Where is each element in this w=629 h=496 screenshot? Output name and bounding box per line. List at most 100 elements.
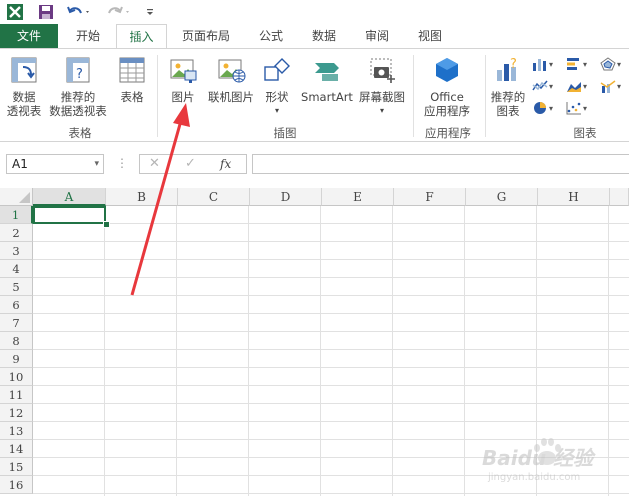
ribbon-insert: 数据 透视表 ? 推荐的 数据透视表 表格 表格 图片 联机图片 形状 ▾ Sm… [0, 48, 629, 142]
selected-cell[interactable] [33, 206, 106, 224]
row-header[interactable]: 10 [0, 368, 33, 386]
line-chart-icon [532, 80, 548, 91]
tab-file[interactable]: 文件 [0, 24, 58, 48]
shapes-dropdown-icon: ▾ [274, 106, 279, 115]
column-header[interactable]: G [466, 188, 538, 206]
recommended-charts-button[interactable]: ? 推荐的 图表 [488, 55, 528, 118]
customize-qat-icon[interactable] [145, 3, 155, 21]
column-chart-icon [533, 59, 546, 71]
insert-function-icon[interactable]: fx [220, 155, 231, 173]
area-chart-icon [567, 82, 581, 92]
row-header[interactable]: 4 [0, 260, 33, 278]
ribbon-tab-row: 文件 开始 插入 页面布局 公式 数据 审阅 视图 [0, 24, 629, 48]
pivot-table-label-2: 透视表 [6, 104, 42, 118]
line-chart-button[interactable]: ▾ [532, 79, 553, 93]
row-header[interactable]: 12 [0, 404, 33, 422]
tab-view[interactable]: 视图 [409, 24, 451, 48]
office-apps-button[interactable]: Office 应用程序 [416, 55, 478, 118]
column-header-partial[interactable] [610, 188, 629, 206]
svg-text:?: ? [510, 57, 517, 72]
pivot-table-icon [4, 55, 44, 88]
bar-chart-button[interactable]: ▾ [566, 57, 587, 71]
recommended-pivot-button[interactable]: ? 推荐的 数据透视表 [46, 55, 110, 118]
tab-review[interactable]: 审阅 [356, 24, 398, 48]
radar-chart-icon [600, 57, 616, 71]
shapes-label: 形状 [265, 90, 289, 104]
group-label-tables: 表格 [68, 126, 92, 140]
formula-input[interactable] [252, 154, 629, 174]
tab-page-layout[interactable]: 页面布局 [172, 24, 240, 48]
row-header[interactable]: 11 [0, 386, 33, 404]
office-store-icon [416, 55, 478, 88]
name-box[interactable]: A1 ▾ [6, 154, 104, 174]
table-icon [113, 55, 151, 88]
combo-chart-icon [600, 80, 616, 93]
recommended-pivot-label-2: 数据透视表 [49, 104, 107, 118]
tab-home[interactable]: 开始 [66, 24, 110, 48]
recommended-pivot-icon: ? [46, 55, 110, 88]
column-header[interactable]: E [322, 188, 394, 206]
column-header[interactable]: A [33, 188, 106, 206]
pie-chart-icon [534, 102, 546, 114]
picture-icon [164, 55, 202, 88]
undo-icon[interactable] [66, 3, 92, 21]
pie-chart-button[interactable]: ▾ [532, 101, 553, 115]
redo-icon[interactable] [106, 3, 132, 21]
tab-formulas[interactable]: 公式 [250, 24, 292, 48]
svg-text:?: ? [76, 67, 83, 82]
pivot-table-label-1: 数据 [12, 90, 36, 104]
screenshot-dropdown-icon: ▾ [379, 106, 384, 115]
shapes-button[interactable]: 形状 ▾ [260, 55, 294, 118]
row-header[interactable]: 7 [0, 314, 33, 332]
select-all-corner[interactable] [0, 188, 33, 206]
row-header[interactable]: 5 [0, 278, 33, 296]
group-label-illustrations: 插图 [273, 126, 297, 140]
smartart-label: SmartArt [301, 90, 353, 104]
tab-insert[interactable]: 插入 [116, 24, 167, 48]
radar-chart-button[interactable]: ▾ [600, 57, 621, 71]
save-icon[interactable] [38, 3, 54, 21]
fill-handle[interactable] [103, 221, 110, 228]
pivot-table-button[interactable]: 数据 透视表 [4, 55, 44, 118]
row-header[interactable]: 3 [0, 242, 33, 260]
row-header[interactable]: 14 [0, 440, 33, 458]
column-chart-button[interactable]: ▾ [532, 57, 553, 71]
recommended-charts-icon: ? [488, 55, 528, 88]
annotation-arrow [130, 103, 190, 296]
group-label-apps: 应用程序 [425, 126, 471, 140]
scatter-chart-icon [566, 102, 581, 115]
office-apps-label-2: 应用程序 [424, 104, 470, 118]
column-header[interactable]: F [394, 188, 466, 206]
screenshot-label: 屏幕截图 [359, 90, 405, 104]
tab-data[interactable]: 数据 [303, 24, 345, 48]
group-separator [485, 55, 486, 137]
recommended-charts-label-1: 推荐的 [490, 90, 526, 104]
row-header[interactable]: 1 [0, 206, 33, 224]
scatter-chart-button[interactable]: ▾ [566, 101, 587, 115]
row-header[interactable]: 9 [0, 350, 33, 368]
online-picture-icon [205, 55, 257, 88]
row-header[interactable]: 16 [0, 476, 33, 494]
screenshot-button[interactable]: 屏幕截图 ▾ [356, 55, 408, 118]
area-chart-button[interactable]: ▾ [566, 79, 587, 93]
screenshot-icon [356, 55, 408, 88]
row-header[interactable]: 15 [0, 458, 33, 476]
office-apps-label-1: Office [430, 90, 464, 104]
smartart-button[interactable]: SmartArt [298, 55, 356, 104]
online-pictures-button[interactable]: 联机图片 [205, 55, 257, 104]
row-header[interactable]: 8 [0, 332, 33, 350]
smartart-icon [298, 55, 356, 88]
row-header[interactable]: 6 [0, 296, 33, 314]
name-box-dropdown-icon[interactable]: ▾ [94, 155, 99, 173]
row-header[interactable]: 13 [0, 422, 33, 440]
quick-access-toolbar [0, 0, 629, 24]
name-box-value: A1 [12, 157, 28, 171]
recommended-charts-label-2: 图表 [496, 104, 520, 118]
shapes-icon [260, 55, 294, 88]
column-header[interactable]: D [250, 188, 322, 206]
column-header[interactable]: H [538, 188, 610, 206]
combo-chart-button[interactable]: ▾ [600, 79, 621, 93]
recommended-pivot-label-1: 推荐的 [60, 90, 96, 104]
row-header[interactable]: 2 [0, 224, 33, 242]
group-label-charts: 图表 [573, 126, 597, 140]
